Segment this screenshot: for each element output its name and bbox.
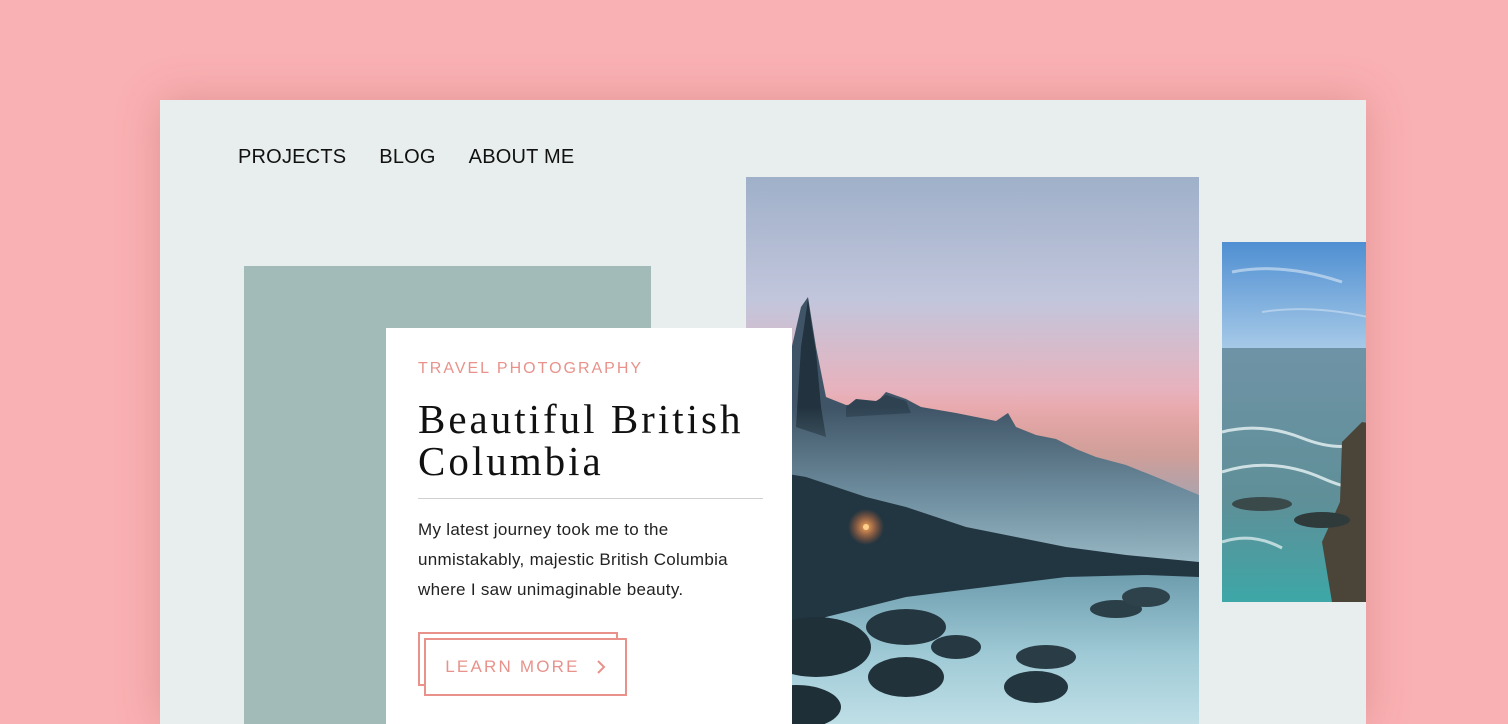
website-panel: PROJECTS BLOG ABOUT ME TRAVEL PHOTOGRAPH… xyxy=(160,100,1366,724)
post-category: TRAVEL PHOTOGRAPHY xyxy=(418,360,644,377)
post-title-line-2: Columbia xyxy=(418,438,604,484)
learn-more-button-group: LEARN MORE xyxy=(418,632,630,696)
nav-projects[interactable]: PROJECTS xyxy=(238,146,346,169)
post-title-line-1: Beautiful British xyxy=(418,396,744,442)
coastal-sunset-photo xyxy=(746,177,1199,724)
nav-about-me[interactable]: ABOUT ME xyxy=(469,146,575,169)
main-nav: PROJECTS BLOG ABOUT ME xyxy=(238,146,574,169)
title-divider xyxy=(418,498,763,499)
learn-more-button[interactable]: LEARN MORE xyxy=(424,638,627,696)
post-excerpt-line-3: where I saw unimaginable beauty. xyxy=(418,580,684,599)
nav-blog[interactable]: BLOG xyxy=(379,146,435,169)
post-excerpt-line-2: unmistakably, majestic British Columbia xyxy=(418,550,728,569)
ocean-cliffs-photo xyxy=(1222,242,1366,602)
learn-more-label: LEARN MORE xyxy=(445,657,580,676)
post-title: Beautiful British Columbia xyxy=(418,398,762,482)
post-excerpt: My latest journey took me to the unmista… xyxy=(418,515,762,605)
chevron-right-icon xyxy=(596,660,606,674)
post-excerpt-line-1: My latest journey took me to the xyxy=(418,520,669,539)
featured-post-card: TRAVEL PHOTOGRAPHY Beautiful British Col… xyxy=(386,328,792,724)
